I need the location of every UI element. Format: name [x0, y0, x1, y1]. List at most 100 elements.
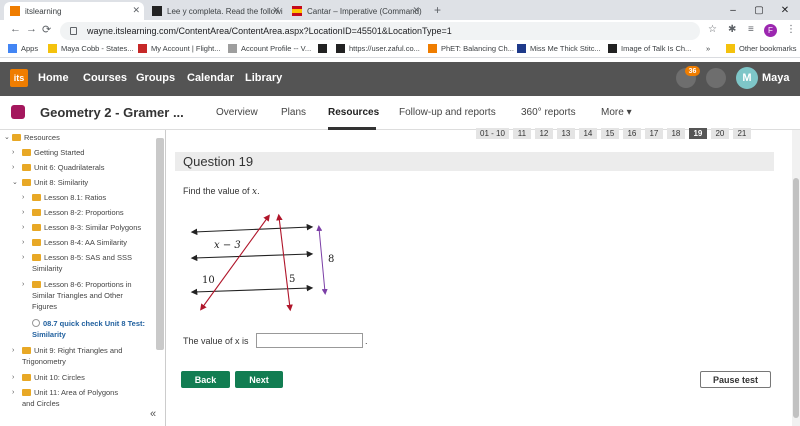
minimize-button[interactable]: – — [720, 0, 746, 20]
star-icon[interactable]: ☆ — [708, 24, 717, 35]
tree-item-lesson-8-3[interactable]: › Lesson 8-3: Similar Polygons — [22, 222, 141, 233]
nav-library[interactable]: Library — [245, 72, 282, 84]
bookmark-my-account[interactable]: My Account | Flight... — [138, 44, 220, 53]
bookmark-other-bookmarks[interactable]: Other bookmarks — [726, 44, 797, 53]
tree-item-lesson-8-2[interactable]: › Lesson 8-2: Proportions — [22, 207, 124, 218]
extension-puzzle-icon[interactable]: ✱ — [728, 24, 736, 35]
user-avatar[interactable]: M — [736, 67, 758, 89]
tree-item-quick-check-test[interactable]: 08.7 quick check Unit 8 Test: Similarity — [32, 318, 156, 340]
bookmark-phet[interactable]: PhET: Balancing Ch... — [428, 44, 514, 53]
answer-input[interactable] — [256, 333, 363, 348]
close-tab-icon[interactable]: ✕ — [132, 5, 140, 16]
bookmark-maya-cobb[interactable]: Maya Cobb - States... — [48, 44, 134, 53]
course-icon — [11, 105, 25, 119]
folder-icon — [726, 44, 735, 53]
url-field[interactable]: wayne.itslearning.com/ContentArea/Conten… — [60, 22, 700, 40]
forward-arrow-icon[interactable]: → — [26, 23, 37, 35]
sidebar-scrollbar[interactable] — [156, 138, 164, 350]
bookmarks-bar: Apps Maya Cobb - States... My Account | … — [0, 42, 800, 58]
tree-item-getting-started[interactable]: › Getting Started — [12, 147, 84, 158]
page-button-15[interactable]: 15 — [600, 128, 619, 139]
course-title[interactable]: Geometry 2 - Gramer ... — [40, 105, 184, 120]
tree-item-unit-9[interactable]: › Unit 9: Right Triangles and Trigonometr… — [12, 345, 132, 367]
question-pager: 01 - 10 11 12 13 14 15 16 17 18 19 20 21 — [476, 128, 751, 139]
page-scrollbar-thumb[interactable] — [793, 178, 799, 418]
page-button-21[interactable]: 21 — [732, 128, 751, 139]
chevron-right-icon: › — [22, 224, 25, 231]
nav-courses[interactable]: Courses — [83, 72, 127, 84]
course-tab-more[interactable]: More ▾ — [601, 107, 632, 118]
folder-icon — [32, 281, 41, 288]
bookmark-icon-only[interactable] — [318, 44, 331, 53]
close-tab-icon[interactable]: ✕ — [272, 5, 280, 16]
itslearning-logo[interactable]: its — [10, 69, 28, 87]
nav-home[interactable]: Home — [38, 72, 69, 84]
page-scrollbar[interactable] — [792, 130, 800, 426]
tree-item-unit-6[interactable]: › Unit 6: Quadrilaterals — [12, 162, 104, 173]
chevron-right-icon: › — [22, 254, 25, 261]
collapse-sidebar-icon[interactable]: « — [150, 408, 156, 420]
label-5: 5 — [289, 274, 295, 285]
browser-tab-cantar[interactable]: Cantar – Imperative (Command) | ✕ — [286, 2, 424, 20]
tree-item-unit-11[interactable]: › Unit 11: Area of Polygons and Circles — [12, 387, 132, 409]
course-tab-overview[interactable]: Overview — [216, 107, 258, 118]
chevron-right-icon: › — [12, 347, 15, 354]
pause-test-button[interactable]: Pause test — [700, 371, 771, 388]
reload-icon[interactable]: ⟳ — [42, 23, 51, 36]
label-x-minus-3: x − 3 — [214, 240, 241, 251]
new-tab-button[interactable]: + — [434, 3, 441, 17]
bookmark-miss-me[interactable]: Miss Me Thick Stitc... — [517, 44, 601, 53]
user-name[interactable]: Maya — [762, 72, 790, 84]
tree-item-lesson-8-1[interactable]: › Lesson 8.1: Ratios — [22, 192, 106, 203]
bookmark-apps[interactable]: Apps — [8, 44, 38, 53]
bookmark-account-profile[interactable]: Account Profile -- V... — [228, 44, 311, 53]
course-tab-follow-up[interactable]: Follow-up and reports — [399, 107, 496, 118]
url-text: wayne.itslearning.com/ContentArea/Conten… — [87, 26, 452, 36]
page-button-12[interactable]: 12 — [534, 128, 553, 139]
chevron-right-icon: › — [12, 389, 15, 396]
back-button[interactable]: Back — [181, 371, 230, 388]
next-button[interactable]: Next — [235, 371, 283, 388]
tree-item-unit-10[interactable]: › Unit 10: Circles — [12, 372, 85, 383]
tree-item-lesson-8-5[interactable]: › Lesson 8-5: SAS and SSS Similarity — [22, 252, 132, 274]
nav-calendar[interactable]: Calendar — [187, 72, 234, 84]
nav-groups[interactable]: Groups — [136, 72, 175, 84]
maximize-button[interactable]: ▢ — [746, 0, 772, 20]
back-arrow-icon[interactable]: ← — [10, 23, 21, 35]
test-icon — [32, 319, 40, 327]
close-tab-icon[interactable]: ✕ — [412, 5, 420, 16]
page-button-17[interactable]: 17 — [644, 128, 663, 139]
browser-tab-itslearning[interactable]: itslearning ✕ — [4, 2, 144, 20]
more-bookmarks-chevron[interactable]: » — [706, 44, 710, 53]
page-button-20[interactable]: 20 — [710, 128, 729, 139]
parallel-line-top — [190, 223, 314, 236]
folder-icon — [22, 347, 31, 354]
parallel-line-middle — [190, 250, 314, 262]
messages-chat-icon[interactable] — [706, 68, 726, 88]
chevron-right-icon: › — [22, 281, 25, 288]
course-tab-resources[interactable]: Resources — [328, 107, 379, 118]
bookmark-zaful[interactable]: https://user.zaful.co... — [336, 44, 420, 53]
page-button-01-10[interactable]: 01 - 10 — [476, 128, 509, 139]
page-button-19[interactable]: 19 — [688, 128, 707, 139]
bookmark-talk-is-cheap[interactable]: Image of Talk Is Ch... — [608, 44, 691, 53]
tree-item-lesson-8-4[interactable]: › Lesson 8-4: AA Similarity — [22, 237, 127, 248]
course-tab-plans[interactable]: Plans — [281, 107, 306, 118]
page-button-16[interactable]: 16 — [622, 128, 641, 139]
tree-item-lesson-8-6[interactable]: › Lesson 8-6: Proportions in Similar Tria… — [22, 279, 140, 312]
folder-icon — [22, 149, 31, 156]
chevron-right-icon: › — [12, 149, 15, 156]
profile-avatar[interactable]: F — [764, 24, 777, 37]
list-icon[interactable]: ≡ — [748, 24, 754, 35]
chevron-down-icon: ⌄ — [4, 134, 10, 141]
chrome-menu-icon[interactable]: ⋮ — [786, 24, 796, 35]
close-window-button[interactable]: ✕ — [772, 0, 798, 20]
tree-item-resources[interactable]: ⌄ Resources — [4, 132, 60, 143]
page-button-14[interactable]: 14 — [578, 128, 597, 139]
course-tab-360-reports[interactable]: 360° reports — [521, 107, 576, 118]
page-button-18[interactable]: 18 — [666, 128, 685, 139]
tree-item-unit-8[interactable]: ⌄ Unit 8: Similarity — [12, 177, 88, 188]
page-button-13[interactable]: 13 — [556, 128, 575, 139]
browser-tab-lee-y-completa[interactable]: Lee y completa. Read the followi ✕ — [146, 2, 284, 20]
page-button-11[interactable]: 11 — [512, 128, 531, 139]
